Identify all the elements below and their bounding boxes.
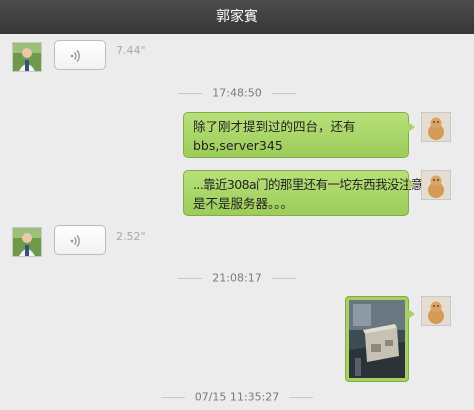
message-timestamp: 07/15 11:35:27 (0, 390, 474, 404)
timestamp-text: 17:48:50 (212, 86, 262, 100)
sound-wave-icon (70, 235, 80, 247)
message-timestamp: 17:48:50 (0, 86, 474, 100)
contact-avatar-image (13, 228, 41, 256)
timestamp-divider (271, 92, 296, 94)
timestamp-divider (271, 277, 296, 279)
window-title-bar: 郭家賓 (0, 0, 474, 34)
self-avatar-image (422, 171, 450, 199)
self-avatar[interactable] (421, 296, 451, 326)
sent-text-message[interactable]: 除了刚才提到过的四台，还有 bbs,server345 (183, 112, 415, 158)
self-avatar[interactable] (421, 170, 451, 200)
timestamp-text: 21:08:17 (212, 271, 262, 285)
contact-name-title: 郭家賓 (216, 9, 258, 25)
photo-image (349, 300, 405, 378)
voice-message-bubble[interactable] (54, 40, 106, 70)
timestamp-divider (160, 396, 185, 398)
contact-avatar-image (13, 43, 41, 71)
message-text-line: bbs,server345 (193, 138, 283, 153)
message-text-line: 是不是服务器。。。 (193, 196, 294, 211)
message-timestamp: 21:08:17 (0, 271, 474, 285)
chat-history[interactable]: 7.44" 17:48:50 除了刚才提到过的四台，还有 bbs,server3… (0, 34, 474, 410)
voice-duration: 2.52" (116, 230, 146, 243)
photo-thumbnail[interactable] (349, 300, 405, 378)
timestamp-divider (178, 277, 203, 279)
message-text-line: ...靠近308a门的那里还有一坨东西我没注意 (193, 177, 423, 192)
self-avatar[interactable] (421, 112, 451, 142)
timestamp-divider (289, 396, 314, 398)
self-avatar-image (422, 113, 450, 141)
sent-text-message[interactable]: ...靠近308a门的那里还有一坨东西我没注意 是不是服务器。。。 (183, 170, 423, 216)
sent-image-message[interactable] (345, 296, 415, 382)
voice-duration: 7.44" (116, 44, 146, 57)
contact-avatar[interactable] (12, 227, 42, 257)
voice-message-bubble[interactable] (54, 225, 106, 255)
sound-wave-icon (70, 50, 80, 62)
self-avatar-image (422, 297, 450, 325)
timestamp-divider (178, 92, 203, 94)
message-text-line: 除了刚才提到过的四台，还有 (193, 119, 356, 134)
contact-avatar[interactable] (12, 42, 42, 72)
timestamp-text: 07/15 11:35:27 (194, 390, 280, 404)
